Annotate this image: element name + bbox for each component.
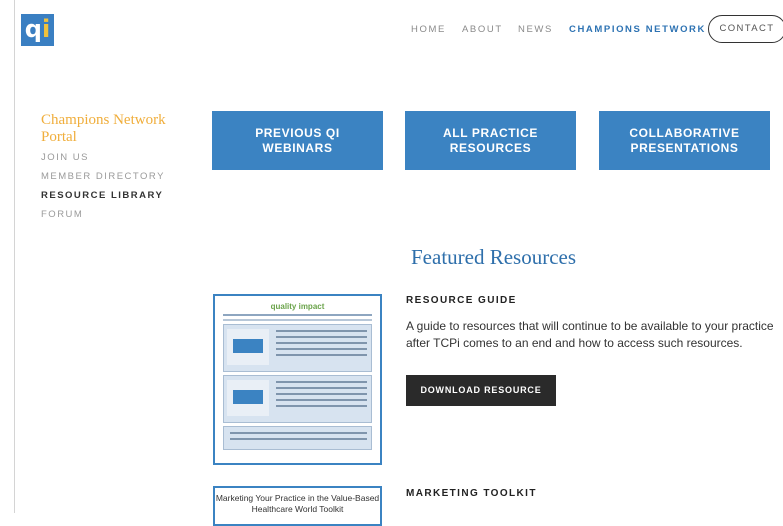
thumbnail-block: [223, 426, 372, 450]
page-frame-border: [14, 0, 15, 513]
featured-resources-heading: Featured Resources: [411, 245, 577, 269]
thumbnail-logo: quality impact: [270, 302, 325, 311]
top-nav: HOME ABOUT NEWS CHAMPIONS NETWORK CONTAC…: [380, 15, 783, 45]
sidebar-item-join-us[interactable]: JOIN US: [41, 151, 191, 165]
contact-button[interactable]: CONTACT: [708, 15, 783, 43]
thumbnail-image: [227, 329, 269, 365]
thumbnail-line: [223, 319, 372, 321]
nav-about[interactable]: ABOUT: [462, 24, 503, 35]
resource-guide-title: RESOURCE GUIDE: [406, 295, 517, 306]
logo-letter-q: q: [24, 15, 42, 43]
sidebar-item-forum[interactable]: FORUM: [41, 208, 191, 222]
portal-title: Champions Network Portal: [41, 112, 166, 145]
thumbnail-block: [223, 324, 372, 372]
thumbnail-text-lines: [276, 330, 367, 360]
thumbnail-text-lines: [230, 432, 367, 444]
download-resource-button[interactable]: DOWNLOAD RESOURCE: [406, 375, 556, 406]
resource-guide-thumbnail[interactable]: quality impact: [213, 294, 382, 465]
nav-home[interactable]: HOME: [411, 24, 446, 35]
marketing-toolkit-thumbnail-text: Marketing Your Practice in the Value-Bas…: [215, 493, 380, 514]
sidebar-item-resource-library[interactable]: RESOURCE LIBRARY: [41, 189, 191, 203]
logo-letter-i: i: [41, 15, 51, 43]
qi-logo[interactable]: qi: [21, 14, 54, 46]
previous-qi-webinars-button[interactable]: PREVIOUS QI WEBINARS: [212, 111, 383, 170]
collaborative-presentations-button[interactable]: COLLABORATIVE PRESENTATIONS: [599, 111, 770, 170]
thumbnail-image: [227, 380, 269, 416]
marketing-toolkit-title: MARKETING TOOLKIT: [406, 488, 537, 499]
sidebar-item-member-directory[interactable]: MEMBER DIRECTORY: [41, 170, 191, 184]
nav-champions-network[interactable]: CHAMPIONS NETWORK: [569, 24, 706, 35]
thumbnail-line: [223, 314, 372, 316]
marketing-toolkit-thumbnail[interactable]: Marketing Your Practice in the Value-Bas…: [213, 486, 382, 526]
all-practice-resources-button[interactable]: ALL PRACTICE RESOURCES: [405, 111, 576, 170]
thumbnail-text-lines: [276, 381, 367, 411]
nav-news[interactable]: NEWS: [518, 24, 553, 35]
resource-guide-description: A guide to resources that will continue …: [406, 319, 774, 350]
sidebar: Champions Network Portal JOIN US MEMBER …: [41, 112, 191, 222]
thumbnail-block: [223, 375, 372, 423]
